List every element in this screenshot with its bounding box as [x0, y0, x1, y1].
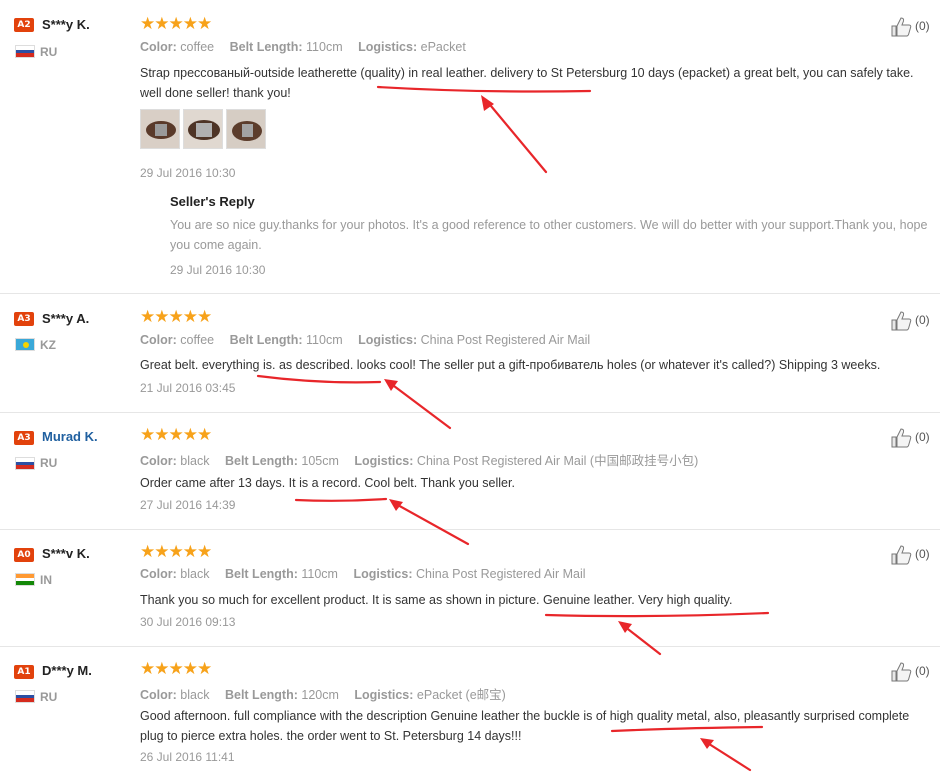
- review-text: Good afternoon. full compliance with the…: [140, 709, 910, 743]
- reviewer-name[interactable]: Murad K.: [42, 429, 98, 444]
- reviewer-name: S***y A.: [42, 311, 90, 326]
- country-code: RU: [40, 456, 58, 470]
- order-attributes: Color: coffee Belt Length: 110cm Logisti…: [140, 333, 591, 347]
- order-attributes: Color: coffee Belt Length: 110cm Logisti…: [140, 40, 466, 54]
- seller-reply-title: Seller's Reply: [170, 194, 255, 209]
- review-date: 29 Jul 2016 10:30: [140, 166, 236, 180]
- like-button[interactable]: (0): [891, 662, 930, 682]
- reviewer-name: S***v K.: [42, 546, 90, 561]
- buyer-level-badge: A3: [14, 312, 34, 326]
- review-text: Strap прессованый-outside leatherette (q…: [140, 66, 914, 100]
- thumbs-up-icon: [891, 545, 912, 565]
- order-attributes: Color: black Belt Length: 110cm Logistic…: [140, 567, 586, 581]
- review-item: A0 S***v K. IN ★★★★★ Color: black Belt L…: [0, 529, 940, 647]
- seller-reply-text: You are so nice guy.thanks for your phot…: [170, 218, 928, 252]
- review-photo[interactable]: [183, 109, 223, 149]
- reviewer-name: D***y M.: [42, 663, 92, 678]
- country-flag-icon: [15, 457, 35, 470]
- like-count: (0): [915, 19, 930, 34]
- like-button[interactable]: (0): [891, 17, 930, 37]
- review-text: Order came after 13 days. It is a record…: [140, 476, 515, 490]
- like-button[interactable]: (0): [891, 428, 930, 448]
- order-attributes: Color: black Belt Length: 105cm Logistic…: [140, 454, 699, 468]
- like-count: (0): [915, 664, 930, 679]
- review-item: A1 D***y M. RU ★★★★★ Color: black Belt L…: [0, 646, 940, 777]
- buyer-level-badge: A3: [14, 431, 34, 445]
- country-flag-icon: [15, 573, 35, 586]
- like-button[interactable]: (0): [891, 545, 930, 565]
- review-photo[interactable]: [140, 109, 180, 149]
- buyer-level-badge: A0: [14, 548, 34, 562]
- like-count: (0): [915, 313, 930, 328]
- review-photo[interactable]: [226, 109, 266, 149]
- review-item: A2 S***y K. RU ★★★★★ Color: coffee Belt …: [0, 0, 940, 294]
- country-code: RU: [40, 45, 58, 59]
- country-flag-icon: [15, 338, 35, 351]
- country-code: KZ: [40, 338, 56, 352]
- review-text: Great belt. everything is. as described.…: [140, 358, 881, 372]
- review-date: 30 Jul 2016 09:13: [140, 615, 236, 629]
- buyer-level-badge: A1: [14, 665, 34, 679]
- star-rating: ★★★★★: [140, 425, 212, 445]
- star-rating: ★★★★★: [140, 307, 212, 327]
- star-rating: ★★★★★: [140, 542, 212, 562]
- review-photos: [140, 109, 269, 154]
- review-item: A3 S***y A. KZ ★★★★★ Color: coffee Belt …: [0, 293, 940, 413]
- thumbs-up-icon: [891, 17, 912, 37]
- country-flag-icon: [15, 45, 35, 58]
- reviewer-name: S***y K.: [42, 17, 90, 32]
- order-attributes: Color: black Belt Length: 120cm Logistic…: [140, 688, 506, 702]
- review-date: 26 Jul 2016 11:41: [140, 750, 235, 764]
- review-text: Thank you so much for excellent product.…: [140, 593, 733, 607]
- country-code: RU: [40, 690, 58, 704]
- star-rating: ★★★★★: [140, 14, 212, 34]
- like-count: (0): [915, 547, 930, 562]
- seller-reply-date: 29 Jul 2016 10:30: [170, 263, 266, 277]
- country-code: IN: [40, 573, 52, 587]
- like-count: (0): [915, 430, 930, 445]
- review-date: 27 Jul 2016 14:39: [140, 498, 236, 512]
- star-rating: ★★★★★: [140, 659, 212, 679]
- thumbs-up-icon: [891, 311, 912, 331]
- review-date: 21 Jul 2016 03:45: [140, 381, 236, 395]
- thumbs-up-icon: [891, 428, 912, 448]
- like-button[interactable]: (0): [891, 311, 930, 331]
- review-item: A3 Murad K. RU ★★★★★ Color: black Belt L…: [0, 412, 940, 530]
- buyer-level-badge: A2: [14, 18, 34, 32]
- country-flag-icon: [15, 690, 35, 703]
- thumbs-up-icon: [891, 662, 912, 682]
